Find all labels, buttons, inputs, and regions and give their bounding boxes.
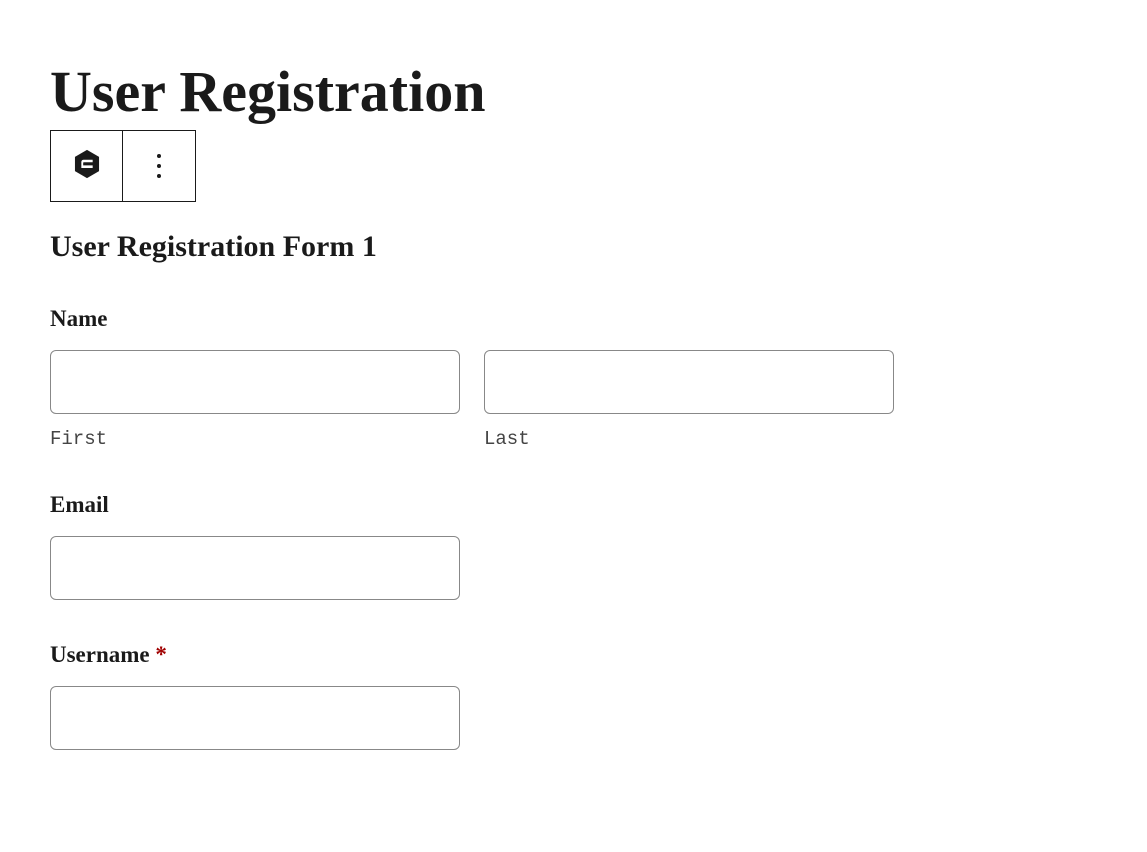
first-name-sublabel: First: [50, 428, 460, 450]
block-type-button[interactable]: [51, 131, 123, 201]
username-input[interactable]: [50, 686, 460, 750]
username-label: Username *: [50, 642, 950, 668]
page-title: User Registration: [50, 60, 1097, 124]
more-vertical-icon: [157, 154, 161, 178]
block-toolbar: [50, 130, 196, 202]
form-container: Name First Last Email Username *: [50, 306, 950, 750]
username-field-group: Username *: [50, 642, 950, 750]
name-field-group: Name First Last: [50, 306, 950, 450]
last-name-sublabel: Last: [484, 428, 894, 450]
form-title: User Registration Form 1: [50, 230, 1097, 264]
gravity-forms-icon: [70, 147, 104, 184]
name-label: Name: [50, 306, 950, 332]
email-field-group: Email: [50, 492, 950, 600]
email-label: Email: [50, 492, 950, 518]
required-asterisk: *: [155, 642, 167, 667]
last-name-input[interactable]: [484, 350, 894, 414]
first-name-input[interactable]: [50, 350, 460, 414]
more-options-button[interactable]: [123, 131, 195, 201]
email-input[interactable]: [50, 536, 460, 600]
